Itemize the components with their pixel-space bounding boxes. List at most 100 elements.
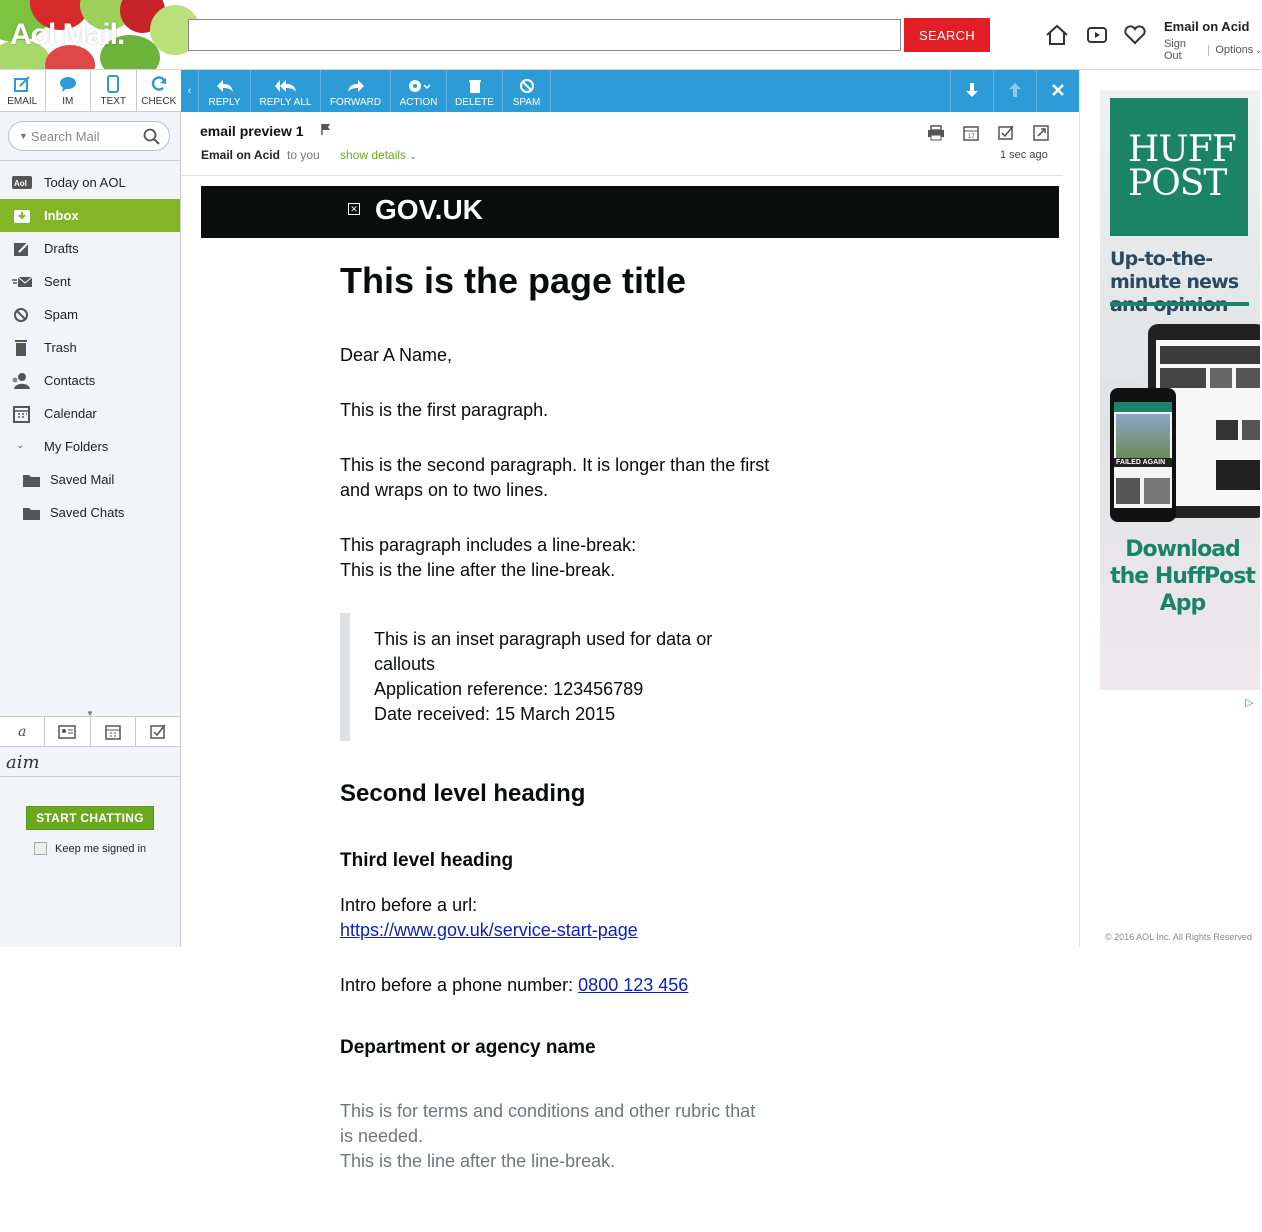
text-label: TEXT: [100, 96, 127, 107]
department-name: Department or agency name: [340, 1037, 596, 1058]
sidebar-item-label: Calendar: [44, 406, 97, 421]
reply-all-button[interactable]: REPLY ALL: [251, 70, 321, 112]
contact-card-icon: [58, 724, 77, 739]
chevron-down-icon[interactable]: ▼: [19, 131, 28, 141]
action-button[interactable]: ACTION: [391, 70, 447, 112]
start-chatting-button[interactable]: START CHATTING: [26, 806, 154, 830]
gov-brand[interactable]: GOV.UK: [375, 194, 483, 226]
search-mail-input[interactable]: ▼ Search Mail: [8, 121, 170, 151]
sidebar-item-inbox[interactable]: Inbox: [0, 199, 180, 232]
home-icon[interactable]: [1045, 24, 1069, 46]
tab-calendar[interactable]: [91, 717, 136, 746]
search-input[interactable]: [188, 19, 901, 51]
check-mail-button[interactable]: CHECK: [137, 70, 182, 111]
sidebar-item-drafts[interactable]: Drafts: [0, 232, 180, 265]
flag-icon[interactable]: [320, 123, 332, 135]
separator: [1208, 44, 1210, 56]
sidebar-item-contacts[interactable]: Contacts: [0, 364, 180, 397]
sidebar-item-trash[interactable]: Trash: [0, 331, 180, 364]
trash-icon: [468, 80, 481, 93]
huffpost-logo-line-2: POST: [1128, 163, 1227, 204]
tab-tasks[interactable]: [136, 717, 180, 746]
sidebar-item-label: Today on AOL: [44, 175, 126, 190]
video-icon[interactable]: [1085, 24, 1109, 46]
aol-mail-logo[interactable]: Aol Mail.: [0, 0, 200, 69]
divider: [0, 160, 181, 161]
email-compose-label: EMAIL: [7, 96, 38, 107]
trash-icon: [15, 340, 27, 356]
service-url-link[interactable]: https://www.gov.uk/service-start-page: [340, 920, 638, 940]
aim-icon: a: [17, 723, 27, 740]
sidebar: ▼ Search Mail Aol Today on AOL Inbox Dra…: [0, 112, 181, 947]
sent-icon: [12, 276, 32, 287]
task-icon[interactable]: [997, 124, 1015, 142]
phone-photo: [1116, 414, 1170, 458]
sidebar-item-calendar[interactable]: Calendar: [0, 397, 180, 430]
sidebar-item-label: Contacts: [44, 373, 96, 388]
show-details-link[interactable]: show details ⌄: [340, 148, 417, 162]
huffpost-logo-line-1: HUFF: [1128, 129, 1237, 170]
paragraph-3-line-2: This is the line after the line-break.: [340, 560, 616, 580]
heart-icon[interactable]: [1123, 24, 1147, 46]
sidebar-item-saved-chats[interactable]: Saved Chats: [0, 496, 180, 529]
message-from[interactable]: Email on Acid: [201, 148, 280, 162]
sidebar-item-sent[interactable]: Sent: [0, 265, 180, 298]
keep-signed-in[interactable]: Keep me signed in: [34, 842, 146, 855]
email-compose-button[interactable]: EMAIL: [0, 70, 46, 111]
im-label: IM: [62, 96, 74, 107]
keep-signed-in-label: Keep me signed in: [55, 842, 147, 855]
tablet-photo: [1210, 368, 1232, 388]
broken-image-icon: ✕: [348, 203, 360, 215]
forward-button[interactable]: FORWARD: [321, 70, 391, 112]
copyright: © 2016 AOL Inc. All Rights Reserved: [1105, 932, 1252, 942]
paragraph-3: This paragraph includes a line-break: Th…: [340, 533, 780, 583]
search-button[interactable]: SEARCH: [904, 18, 990, 52]
tab-contacts[interactable]: [45, 717, 91, 746]
sign-out-link[interactable]: Sign Out: [1164, 38, 1202, 62]
search-icon[interactable]: [143, 128, 161, 146]
message-header: email preview 1 Email on Acid to you sho…: [181, 112, 1079, 176]
keep-signed-in-checkbox[interactable]: [34, 842, 47, 855]
reply-button[interactable]: REPLY: [199, 70, 251, 112]
text-button[interactable]: TEXT: [91, 70, 137, 111]
chevron-down-icon[interactable]: ⌄: [16, 440, 36, 458]
im-button[interactable]: IM: [46, 70, 91, 111]
options-link[interactable]: Options: [1215, 44, 1253, 56]
sidebar-item-my-folders[interactable]: ⌄ My Folders: [0, 430, 180, 463]
chevron-down-icon[interactable]: ⌄: [1255, 46, 1262, 55]
tablet-photo: [1160, 368, 1206, 388]
ad-choices-icon[interactable]: ▷: [1245, 696, 1253, 709]
spam-label: SPAM: [512, 97, 541, 108]
gov-header: ✕ GOV.UK: [201, 186, 1059, 238]
close-message-button[interactable]: [1037, 70, 1079, 112]
contacts-icon: [12, 373, 30, 389]
previous-message-button[interactable]: [994, 70, 1037, 112]
tablet-photo: [1216, 420, 1238, 440]
sidebar-item-label: Spam: [44, 307, 78, 322]
phone-icon: [107, 75, 120, 93]
calendar-icon: [104, 724, 121, 740]
chevron-down-icon: ⌄: [409, 151, 417, 161]
aim-tabs: a: [0, 716, 180, 747]
huffpost-ad[interactable]: HUFF POST Up-to-the-minute news and opin…: [1100, 90, 1260, 690]
spam-button[interactable]: SPAM: [503, 70, 551, 112]
add-to-calendar-icon[interactable]: 17: [962, 124, 980, 142]
delete-button[interactable]: DELETE: [447, 70, 503, 112]
sidebar-item-today-on-aol[interactable]: Aol Today on AOL: [0, 166, 180, 199]
page-title: This is the page title: [340, 260, 687, 301]
folder-icon: [23, 475, 40, 487]
arrow-up-icon: [1009, 82, 1021, 97]
sidebar-item-saved-mail[interactable]: Saved Mail: [0, 463, 180, 496]
phone-link[interactable]: 0800 123 456: [578, 975, 688, 995]
tab-aim[interactable]: a: [0, 717, 46, 746]
phone-intro: Intro before a phone number:: [340, 975, 574, 995]
print-icon[interactable]: [927, 124, 945, 142]
sidebar-item-spam[interactable]: Spam: [0, 298, 180, 331]
aim-logo: aim: [6, 752, 40, 773]
download-app-cta[interactable]: Download the HuffPost App: [1110, 536, 1256, 617]
drafts-icon: [14, 241, 30, 256]
pop-out-icon[interactable]: [1032, 124, 1050, 142]
account-links: Sign Out Options ⌄: [1164, 38, 1262, 62]
next-message-button[interactable]: [950, 70, 994, 112]
collapse-sidebar-button[interactable]: ‹: [181, 70, 199, 112]
